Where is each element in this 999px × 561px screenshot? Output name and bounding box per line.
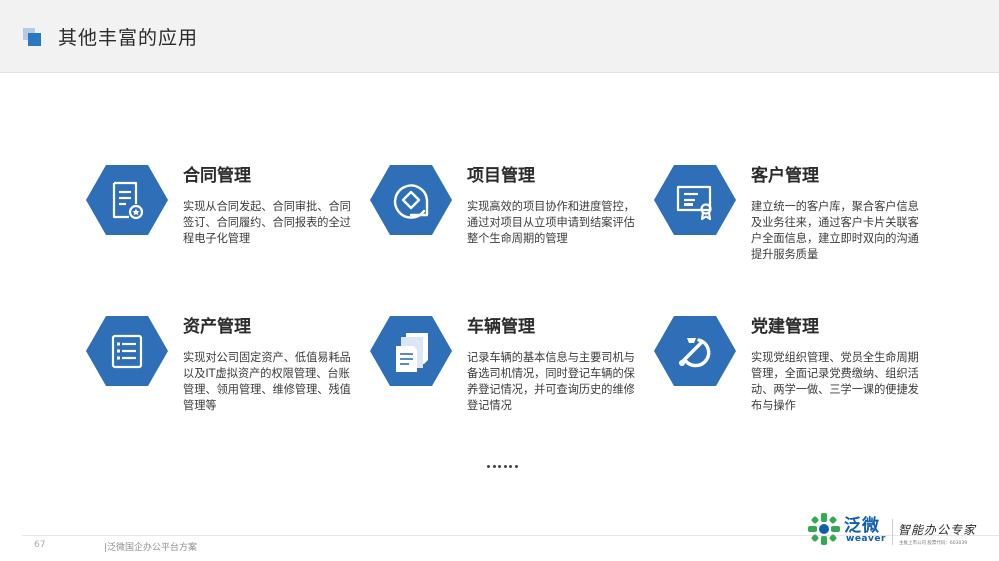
slide-header: 其他丰富的应用 (0, 0, 999, 73)
logo-subtext: 主板上市公司 股票代码：603039 (899, 541, 968, 546)
header-square-icon (23, 28, 43, 48)
project-rhombus-icon (370, 165, 452, 235)
contract-document-icon (86, 165, 168, 235)
app-title: 合同管理 (183, 166, 251, 186)
party-emblem-icon (654, 316, 736, 386)
app-title: 资产管理 (183, 317, 251, 337)
asset-list-icon (86, 316, 168, 386)
weaver-logo-icon (808, 513, 840, 545)
weaver-logo: 泛微 weaver 智能办公专家 主板上市公司 股票代码：603039 (806, 507, 986, 555)
app-party-building-management: 党建管理 实现党组织管理、党员全生命周期管理，全面记录党费缴纳、组织活动、两学一… (654, 316, 954, 426)
app-project-management: 项目管理 实现高效的项目协作和进度管控，通过对项目从立项申请到结案评估整个生命周… (370, 165, 670, 275)
more-ellipsis (487, 465, 523, 469)
app-description: 建立统一的客户库，聚合客户信息及业务往来，通过客户卡片关联客户全面信息，建立即时… (751, 200, 919, 261)
vehicle-documents-icon (370, 316, 452, 386)
page-number: 67 (34, 540, 46, 550)
logo-name-en: weaver (846, 534, 886, 544)
app-title: 客户管理 (751, 166, 819, 186)
app-title: 项目管理 (467, 166, 535, 186)
logo-name-cn: 泛微 (844, 516, 880, 536)
app-description: 实现对公司固定资产、低值易耗品以及IT虚拟资产的权限管理、台账管理、领用管理、维… (183, 351, 351, 412)
app-vehicle-management: 车辆管理 记录车辆的基本信息与主要司机与备选司机情况，同时登记车辆的保养登记情况… (370, 316, 670, 426)
app-description: 实现党组织管理、党员全生命周期管理，全面记录党费缴纳、组织活动、两学一做、三学一… (751, 351, 919, 412)
app-contract-management: 合同管理 实现从合同发起、合同审批、合同签订、合同履约、合同报表的全过程电子化管… (86, 165, 386, 275)
app-customer-management: 客户管理 建立统一的客户库，聚合客户信息及业务往来，通过客户卡片关联客户全面信息… (654, 165, 954, 275)
page-title: 其他丰富的应用 (58, 27, 199, 49)
app-description: 实现从合同发起、合同审批、合同签订、合同履约、合同报表的全过程电子化管理 (183, 200, 351, 245)
app-asset-management: 资产管理 实现对公司固定资产、低值易耗品以及IT虚拟资产的权限管理、台账管理、领… (86, 316, 386, 426)
logo-slogan: 智能办公专家 (898, 523, 977, 537)
logo-divider (892, 519, 893, 545)
customer-certificate-icon (654, 165, 736, 235)
app-description: 记录车辆的基本信息与主要司机与备选司机情况，同时登记车辆的保养登记情况，并可查询… (467, 351, 635, 412)
app-description: 实现高效的项目协作和进度管控，通过对项目从立项申请到结案评估整个生命周期的管理 (467, 200, 635, 245)
footer-text: |泛微国企办公平台方案 (104, 543, 198, 553)
app-title: 党建管理 (751, 317, 819, 337)
app-title: 车辆管理 (467, 317, 535, 337)
